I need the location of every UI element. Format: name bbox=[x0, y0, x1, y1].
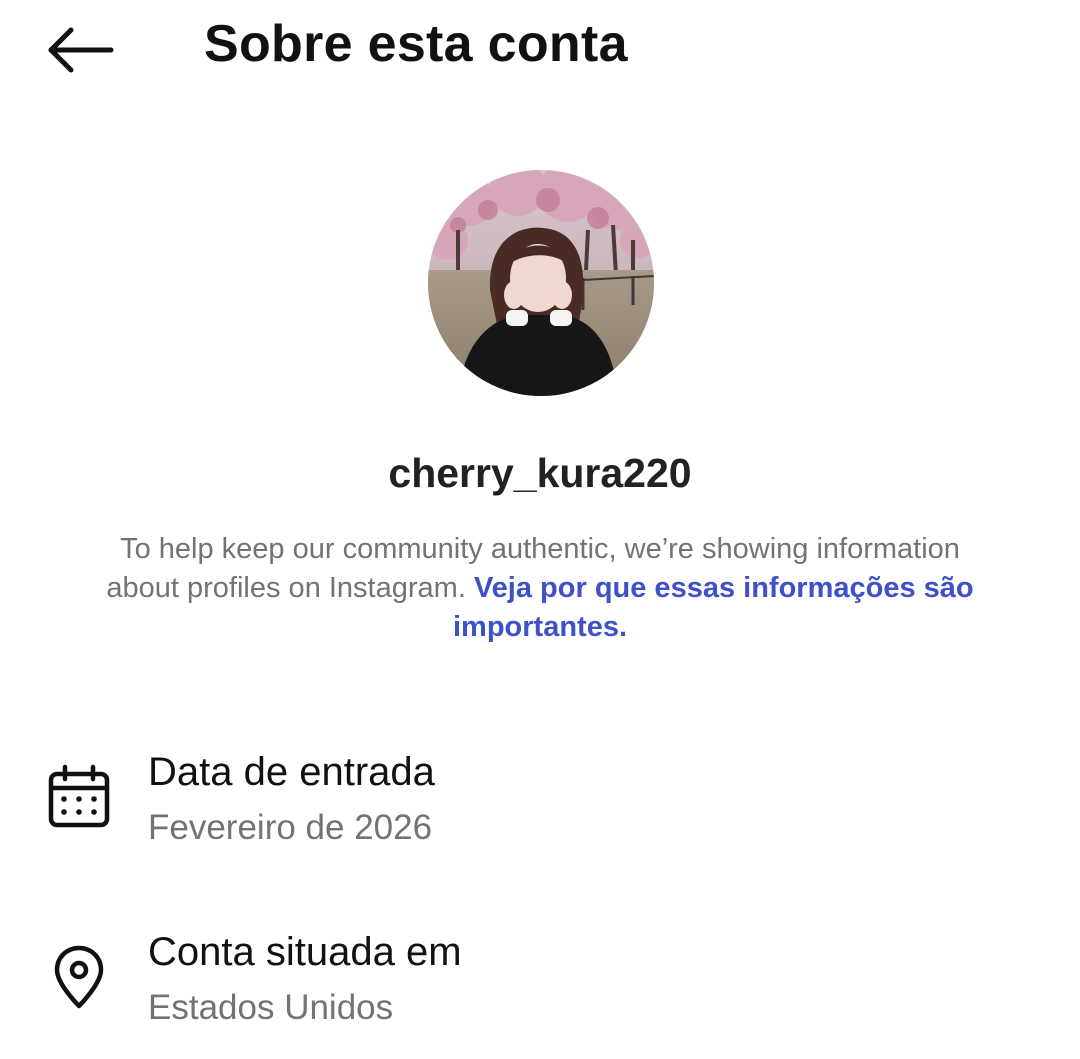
row-value: Estados Unidos bbox=[148, 988, 394, 1027]
calendar-icon bbox=[48, 764, 110, 828]
info-paragraph: To help keep our community authentic, we… bbox=[80, 530, 1000, 647]
row-value: Fevereiro de 2026 bbox=[148, 808, 433, 847]
row-label: Data de entrada bbox=[148, 750, 435, 794]
date-joined-row: Data de entrada Fevereiro de 2026 bbox=[0, 740, 1080, 860]
avatar[interactable] bbox=[428, 170, 654, 396]
row-icon-wrapper bbox=[44, 762, 114, 832]
profile-photo bbox=[428, 170, 654, 396]
account-location-row: Conta situada em Estados Unidos bbox=[0, 920, 1080, 1040]
about-account-page: Sobre esta conta cherry_kura220 To help … bbox=[0, 0, 1080, 1059]
arrow-left-icon bbox=[48, 27, 114, 73]
back-button[interactable] bbox=[40, 20, 120, 80]
row-label: Conta situada em bbox=[148, 930, 462, 974]
learn-more-link[interactable]: Veja por que essas informações são impor… bbox=[453, 572, 974, 643]
username: cherry_kura220 bbox=[388, 450, 692, 496]
location-pin-icon bbox=[54, 945, 104, 1009]
row-icon-wrapper bbox=[44, 942, 114, 1012]
header: Sobre esta conta bbox=[0, 0, 1080, 100]
page-title: Sobre esta conta bbox=[204, 15, 628, 73]
